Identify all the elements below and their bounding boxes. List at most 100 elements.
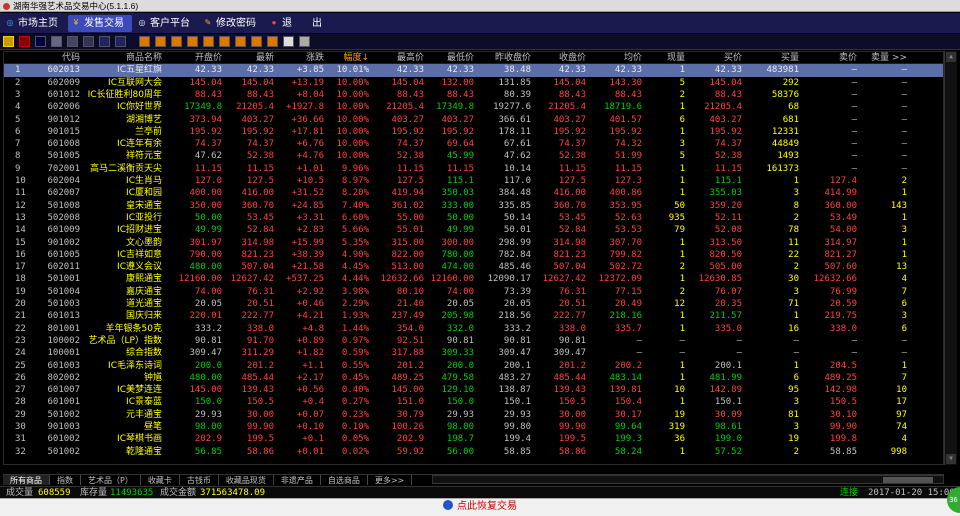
col-header-open[interactable]: 开盘价 <box>164 52 224 63</box>
table-row[interactable]: 6 901015 兰亭前 195.92 195.92 +17.81 10.00% 195.92… <box>4 126 943 138</box>
list-icon[interactable] <box>83 36 94 47</box>
table-row[interactable]: 29 501002 元丰通宝 29.93 30.00 +0.07 0.23% 30.79 29.… <box>4 409 943 421</box>
scroll-down-icon[interactable]: ▼ <box>946 454 956 464</box>
table-row[interactable]: 26 802002 钟馗 480.00 485.44 +2.17 0.45% 489.25 47… <box>4 372 943 384</box>
vertical-scrollbar[interactable]: ▲ ▼ <box>944 51 957 465</box>
col-header-bid-vol[interactable]: 买量 <box>744 52 801 63</box>
menu-home-button[interactable]: ◎ 市场主页 <box>2 15 66 32</box>
resume-trading-bar[interactable]: 点此恢复交易 <box>0 498 960 516</box>
grid-view-icon[interactable] <box>3 36 14 47</box>
fund-icon[interactable] <box>219 36 230 47</box>
table-row[interactable]: 15 901002 文心墨韵 301.97 314.98 +15.99 5.35% 315.0… <box>4 237 943 249</box>
table-row[interactable]: 21 601013 国庆归来 220.01 222.77 +4.21 1.93% 237.49… <box>4 310 943 322</box>
table-row[interactable]: 32 501002 乾隆通宝 56.85 58.86 +0.01 0.02% 59.92 56.… <box>4 446 943 458</box>
filter-icon[interactable] <box>99 36 110 47</box>
table-row[interactable]: 17 602011 IC遵义会议 480.00 507.04 +21.58 4.45% 513… <box>4 261 943 273</box>
scroll-up-icon[interactable]: ▲ <box>946 52 956 62</box>
col-header-cur-vol[interactable]: 现量 <box>644 52 687 63</box>
candlestick-icon[interactable] <box>35 36 46 47</box>
tab-6[interactable]: 非遗产品 <box>274 475 321 485</box>
table-row[interactable]: 13 502008 IC亚投行 50.00 53.45 +3.31 6.60% 55.00 50… <box>4 212 943 224</box>
table-row[interactable]: 14 601009 IC招财进宝 49.99 52.84 +2.83 5.66% 55.01 4… <box>4 224 943 236</box>
query-order-icon[interactable] <box>187 36 198 47</box>
table-row[interactable]: 2 602009 IC互联网大会 145.04 145.04 +13.19 10.00% 14… <box>4 77 943 89</box>
export-icon[interactable] <box>115 36 126 47</box>
tab-2[interactable]: 艺术品（P） <box>81 475 141 485</box>
col-header-pct[interactable]: 幅度↓ <box>326 52 371 63</box>
tab-5[interactable]: 收藏品现货 <box>219 475 274 485</box>
tab-4[interactable]: 古钱币 <box>180 475 219 485</box>
table-row[interactable]: 27 601007 IC美梦连连 145.00 139.43 +0.56 0.40% 145.… <box>4 384 943 396</box>
tab-7[interactable]: 自选商品 <box>321 475 368 485</box>
table-row[interactable]: 25 601003 IC毛泽东诗词 200.0 201.2 +1.1 0.55% 201.2 2… <box>4 360 943 372</box>
menu-client-button[interactable]: ◎ 客户平台 <box>134 15 198 32</box>
col-header-code[interactable]: 代码 <box>32 52 82 63</box>
settings-icon[interactable] <box>299 36 310 47</box>
horizontal-scrollbar[interactable] <box>432 475 944 484</box>
tab-8[interactable]: 更多>> <box>368 475 413 485</box>
col-header-bid[interactable]: 买价 <box>687 52 744 63</box>
cell-high: 822.00 <box>391 249 424 260</box>
col-header-avg[interactable]: 均价 <box>588 52 644 63</box>
report-icon[interactable] <box>67 36 78 47</box>
menu-trade-button[interactable]: ¥ 发售交易 <box>68 14 132 32</box>
transfer-icon[interactable] <box>235 36 246 47</box>
table-row[interactable]: 10 602004 IC生肖马 127.0 127.5 +10.5 8.97% 127.5 11… <box>4 175 943 187</box>
col-header-ask[interactable]: 卖价 <box>801 52 859 63</box>
detail-icon[interactable] <box>51 36 62 47</box>
table-row[interactable]: 18 501001 康熙通宝 12160.00 12627.42 +537.25 4.44%… <box>4 273 943 285</box>
cell-close: 139.43 <box>553 385 586 396</box>
cell-prev-close: 73.39 <box>503 286 531 297</box>
col-header-ask-vol[interactable]: 卖量 >> <box>859 52 909 63</box>
resume-trading-link[interactable]: 点此恢复交易 <box>457 501 517 512</box>
cell-cur-vol: 2 <box>679 286 685 297</box>
table-row[interactable]: 11 602007 IC厦和园 400.00 416.00 +31.52 8.20% 419.… <box>4 187 943 199</box>
table-row[interactable]: 16 601005 IC吉祥如意 790.00 821.23 +38.39 4.90% 822… <box>4 249 943 261</box>
cell-cur-vol: 50 <box>674 200 685 211</box>
col-header-prev-close[interactable]: 昨收盘价 <box>476 52 533 63</box>
table-row[interactable]: 5 901012 湖湘博艺 373.94 403.27 +36.66 10.00% 403.2… <box>4 114 943 126</box>
col-header-high[interactable]: 最高价 <box>371 52 426 63</box>
scroll-thumb[interactable] <box>883 477 933 483</box>
table-row[interactable]: 9 702001 高马二溪衡贡天尖 11.15 11.15 +1.01 9.96% 11.15… <box>4 163 943 175</box>
tab-1[interactable]: 指数 <box>50 475 81 485</box>
notice-icon[interactable] <box>267 36 278 47</box>
table-row[interactable]: 3 601012 IC长征胜利80周年 88.43 88.43 +8.04 10.00% 88… <box>4 89 943 101</box>
table-row[interactable]: 19 501004 嘉庆通宝 74.00 76.31 +2.92 3.98% 80.10 74.… <box>4 286 943 298</box>
col-header-last[interactable]: 最新 <box>224 52 276 63</box>
table-row[interactable]: 20 501003 道光通宝 20.05 20.51 +0.46 2.29% 21.40 20.… <box>4 298 943 310</box>
position-icon[interactable] <box>203 36 214 47</box>
cell-low: 88.43 <box>446 89 474 100</box>
table-row[interactable]: 7 601008 IC连年有余 74.37 74.37 +6.76 10.00% 74.37 6… <box>4 138 943 150</box>
tab-0[interactable]: 所有商品 <box>3 475 50 485</box>
history-icon[interactable] <box>251 36 262 47</box>
col-header-close[interactable]: 收盘价 <box>533 52 588 63</box>
order-sell-icon[interactable] <box>155 36 166 47</box>
edit-icon[interactable] <box>283 36 294 47</box>
col-header-index[interactable] <box>4 52 32 63</box>
table-row[interactable]: 30 901003 昼笔 98.00 99.90 +0.10 0.10% 100.26 98.0… <box>4 421 943 433</box>
table-row[interactable]: 24 100001 综合指数 309.47 311.29 +1.82 0.59% 317.88… <box>4 347 943 359</box>
cell-prev-close: 99.80 <box>503 422 531 432</box>
table-row[interactable]: 28 601001 IC景泰蓝 150.0 150.5 +0.4 0.27% 151.0 150… <box>4 396 943 408</box>
cell-code: 501001 <box>47 274 80 285</box>
cell-change: +8.04 <box>296 89 324 100</box>
table-row[interactable]: 4 602006 IC你好世界 17349.8 21205.4 +1927.8 10.00%… <box>4 101 943 113</box>
menu-exit-button[interactable]: ● 退 出 <box>266 15 330 32</box>
table-row[interactable]: 22 801001 羊年银条50克 333.2 338.0 +4.8 1.44% 354.0 3… <box>4 323 943 335</box>
table-row[interactable]: 31 601002 IC琴棋书画 202.9 199.5 +0.1 0.05% 202.9 19… <box>4 433 943 445</box>
table-row[interactable]: 1 602013 IC五星红旗 42.33 42.33 +3.85 10.01% 42.33 4… <box>4 64 943 77</box>
table-row[interactable]: 12 501008 皇宋通宝 350.00 360.70 +24.85 7.40% 361.0… <box>4 200 943 212</box>
main-menu-bar: ◎ 市场主页 ¥ 发售交易 ◎ 客户平台 ✎ 修改密码 ● 退 出 <box>0 13 960 33</box>
table-row[interactable]: 23 100002 艺术品（LP）指数 90.81 91.70 +0.89 0.97% 92.… <box>4 335 943 347</box>
tab-3[interactable]: 收藏卡 <box>141 475 180 485</box>
chart-line-icon[interactable] <box>19 36 30 47</box>
table-row[interactable]: 8 501005 祥符元宝 47.62 52.38 +4.76 10.00% 52.38 45.… <box>4 150 943 162</box>
menu-password-button[interactable]: ✎ 修改密码 <box>200 15 264 32</box>
cancel-order-icon[interactable] <box>171 36 182 47</box>
col-header-low[interactable]: 最低价 <box>426 52 476 63</box>
col-header-name[interactable]: 商品名称 <box>82 52 164 63</box>
col-header-change[interactable]: 涨跌 <box>276 52 326 63</box>
table-header: 代码 商品名称 开盘价 最新 涨跌 幅度↓ 最高价 最低价 昨收盘价 收盘价 均价 现量 买价 买量 卖价卖… <box>4 52 943 65</box>
order-buy-icon[interactable] <box>139 36 150 47</box>
